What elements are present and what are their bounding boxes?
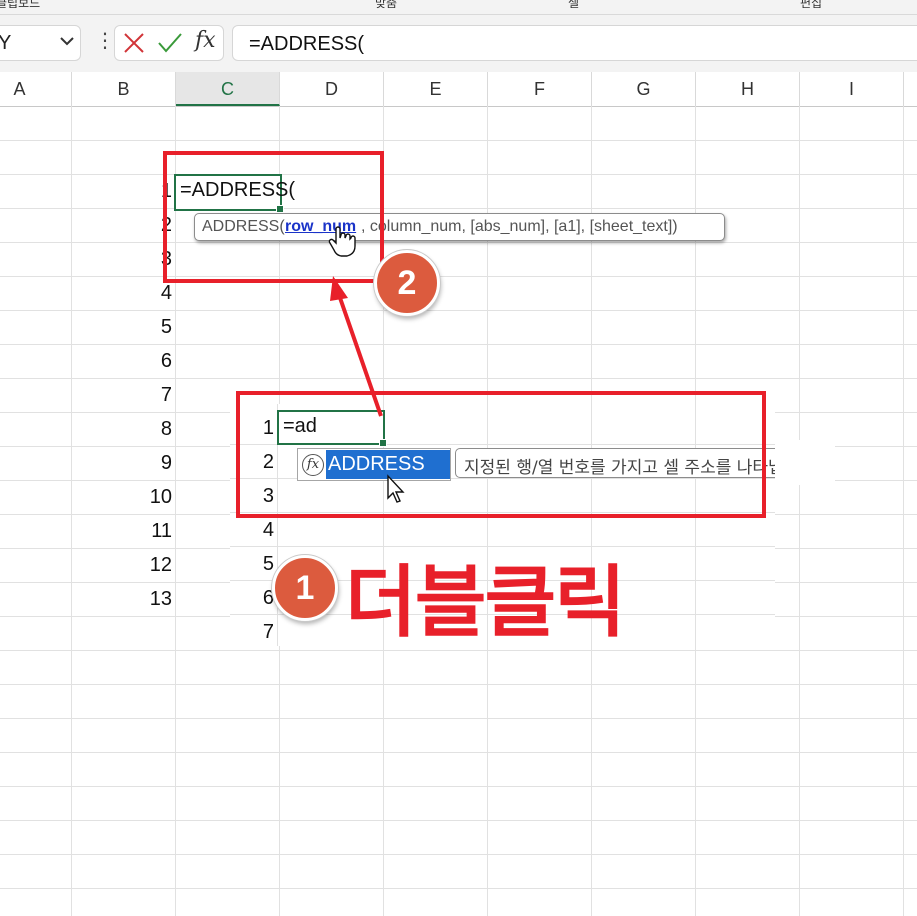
grid-line xyxy=(0,752,917,753)
ribbon-strip: 클립보드 맞춤 셀 편집 xyxy=(0,0,917,15)
row-label: 8 xyxy=(160,418,172,440)
more-options-icon[interactable]: ⋮ xyxy=(95,31,115,51)
column-header-d[interactable]: D xyxy=(280,72,384,106)
grid-line xyxy=(0,174,917,175)
grid-line xyxy=(71,106,72,916)
row-label: 5 xyxy=(160,316,172,338)
column-header-i[interactable]: I xyxy=(800,72,904,106)
inset-row-label: 5 xyxy=(262,553,274,575)
grid-line xyxy=(0,718,917,719)
grid-line xyxy=(0,208,917,209)
column-header-c[interactable]: C xyxy=(176,72,280,106)
formula-bar-area: Y ⋮ fx =ADDRESS( xyxy=(0,15,917,72)
grid-line xyxy=(0,344,917,345)
formula-buttons: fx xyxy=(114,25,224,61)
tooltip-remaining-arguments: , column_num, [abs_num], [a1], [sheet_te… xyxy=(361,218,678,235)
grid-line xyxy=(0,684,917,685)
check-icon[interactable] xyxy=(157,31,183,55)
grid-line xyxy=(903,106,904,916)
ribbon-group-edit[interactable]: 편집 xyxy=(800,0,822,11)
double-click-label: 더블클릭 xyxy=(345,558,626,648)
grid-line xyxy=(0,140,917,141)
column-header-h[interactable]: H xyxy=(696,72,800,106)
row-label: 6 xyxy=(160,350,172,372)
grid-line xyxy=(799,106,800,916)
column-header-f[interactable]: F xyxy=(488,72,592,106)
column-header-row: A B C D E F G H I xyxy=(0,72,917,107)
grid-line xyxy=(0,786,917,787)
row-label: 11 xyxy=(151,520,172,542)
step-badge-1: 1 xyxy=(272,555,338,621)
grid-line xyxy=(0,888,917,889)
ribbon-group-clipboard[interactable]: 클립보드 xyxy=(0,0,40,11)
formula-input[interactable]: =ADDRESS( xyxy=(232,25,917,61)
highlight-box-step2 xyxy=(163,151,384,283)
ribbon-group-cells[interactable]: 셀 xyxy=(568,0,579,11)
row-label: 9 xyxy=(160,452,172,474)
grid-line xyxy=(0,242,917,243)
column-header-a[interactable]: A xyxy=(0,72,72,106)
row-label: 7 xyxy=(160,384,172,406)
inset-row-label: 7 xyxy=(262,621,274,643)
step-badge-2: 2 xyxy=(374,250,440,316)
grid-line xyxy=(0,276,917,277)
column-header-e[interactable]: E xyxy=(384,72,488,106)
grid-line xyxy=(0,310,917,311)
row-label: 4 xyxy=(160,282,172,304)
ribbon-group-align[interactable]: 맞춤 xyxy=(375,0,397,11)
inset-crop-mask xyxy=(775,440,835,485)
formula-content[interactable]: =ADDRESS( xyxy=(249,33,364,56)
insert-function-icon[interactable]: fx xyxy=(195,28,216,53)
name-box[interactable]: Y xyxy=(0,25,81,61)
inset-row-label: 6 xyxy=(262,587,274,609)
grid-line xyxy=(0,820,917,821)
grid-line xyxy=(0,854,917,855)
column-header-b[interactable]: B xyxy=(72,72,176,106)
chevron-down-icon[interactable] xyxy=(60,36,74,46)
row-label: 12 xyxy=(149,554,172,576)
row-label: 13 xyxy=(149,588,172,610)
name-box-value[interactable]: Y xyxy=(0,32,11,55)
highlight-box-step1 xyxy=(236,391,766,518)
grid-line xyxy=(0,378,917,379)
close-icon[interactable] xyxy=(123,31,145,55)
inset-row-label: 4 xyxy=(262,519,274,541)
row-label: 10 xyxy=(149,486,172,508)
column-header-g[interactable]: G xyxy=(592,72,696,106)
